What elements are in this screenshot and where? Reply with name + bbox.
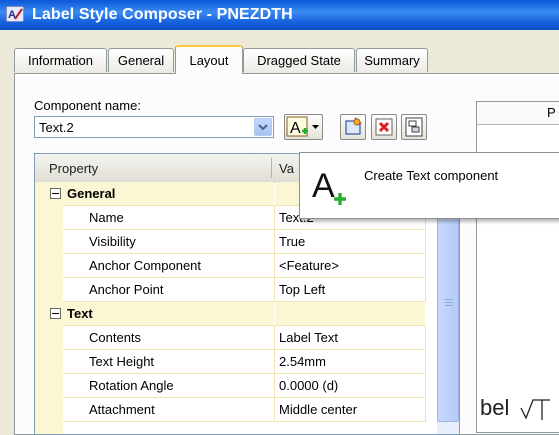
component-name-combo[interactable]: Text.2	[34, 116, 274, 138]
property-name: Anchor Component	[89, 258, 202, 273]
tab-summary[interactable]: Summary	[356, 48, 428, 72]
create-text-tooltip: A Create Text component	[299, 152, 559, 219]
property-value[interactable]: Label Text	[279, 330, 338, 345]
property-name: Contents	[89, 330, 142, 345]
property-name: Visibility	[89, 234, 136, 249]
collapse-icon[interactable]	[50, 308, 61, 319]
copy-component-icon	[345, 117, 362, 135]
text-component-icon: A	[312, 167, 346, 205]
property-value[interactable]: Middle center	[279, 402, 357, 417]
property-name: Anchor Point	[89, 282, 164, 297]
preview-header-label: P	[547, 105, 556, 120]
tab-dragged-state[interactable]: Dragged State	[243, 48, 355, 72]
chevron-down-icon[interactable]	[254, 118, 272, 136]
table-row[interactable]: Anchor Component <Feature>	[35, 254, 445, 278]
table-row[interactable]: Rotation Angle 0.0000 (d)	[35, 374, 445, 398]
category-label: Text	[67, 306, 93, 321]
property-value[interactable]: 0.0000 (d)	[279, 378, 338, 393]
table-row[interactable]: Anchor Point Top Left	[35, 278, 445, 302]
tooltip-text: Create Text component	[364, 168, 499, 183]
table-row[interactable]: Contents Label Text	[35, 326, 445, 350]
component-name-value: Text.2	[39, 120, 74, 135]
tab-information[interactable]: Information	[14, 48, 107, 72]
delete-icon	[375, 118, 393, 136]
copy-component-button[interactable]	[340, 114, 366, 140]
create-text-component-button[interactable]: A	[284, 114, 323, 140]
table-row[interactable]: Visibility True	[35, 230, 445, 254]
property-name: Rotation Angle	[89, 378, 174, 393]
window-title: Label Style Composer - PNEZDTH	[32, 6, 293, 23]
draw-order-icon	[405, 117, 423, 137]
tab-general[interactable]: General	[108, 48, 174, 72]
preview-pane[interactable]: P	[476, 101, 559, 433]
table-row[interactable]: Attachment Middle center	[35, 398, 445, 422]
tab-layout[interactable]: Layout	[175, 45, 243, 74]
title-bar[interactable]: A Label Style Composer - PNEZDTH	[0, 0, 559, 30]
property-name: Name	[89, 210, 124, 225]
preview-header: P	[477, 102, 559, 125]
preview-anchor-glyph	[520, 399, 550, 420]
property-column-header[interactable]: Property	[49, 161, 98, 176]
category-row-text[interactable]: Text	[35, 302, 445, 326]
collapse-icon[interactable]	[50, 188, 61, 199]
table-row[interactable]: Text Height 2.54mm	[35, 350, 445, 374]
preview-label-text: bel	[480, 395, 510, 420]
category-label: General	[67, 186, 116, 201]
text-component-icon: A	[286, 116, 319, 137]
component-name-label: Component name:	[34, 98, 141, 113]
property-name: Attachment	[89, 402, 155, 417]
property-value[interactable]: True	[279, 234, 305, 249]
delete-component-button[interactable]	[371, 114, 397, 140]
app-icon: A	[5, 5, 25, 23]
svg-text:A: A	[312, 167, 335, 205]
property-value[interactable]: <Feature>	[279, 258, 339, 273]
property-value[interactable]: 2.54mm	[279, 354, 326, 369]
property-value[interactable]: Top Left	[279, 282, 325, 297]
component-draw-order-button[interactable]	[401, 114, 427, 140]
property-name: Text Height	[89, 354, 155, 369]
value-column-header[interactable]: Va	[279, 161, 294, 176]
svg-text:A: A	[290, 120, 301, 137]
svg-text:A: A	[8, 9, 16, 21]
